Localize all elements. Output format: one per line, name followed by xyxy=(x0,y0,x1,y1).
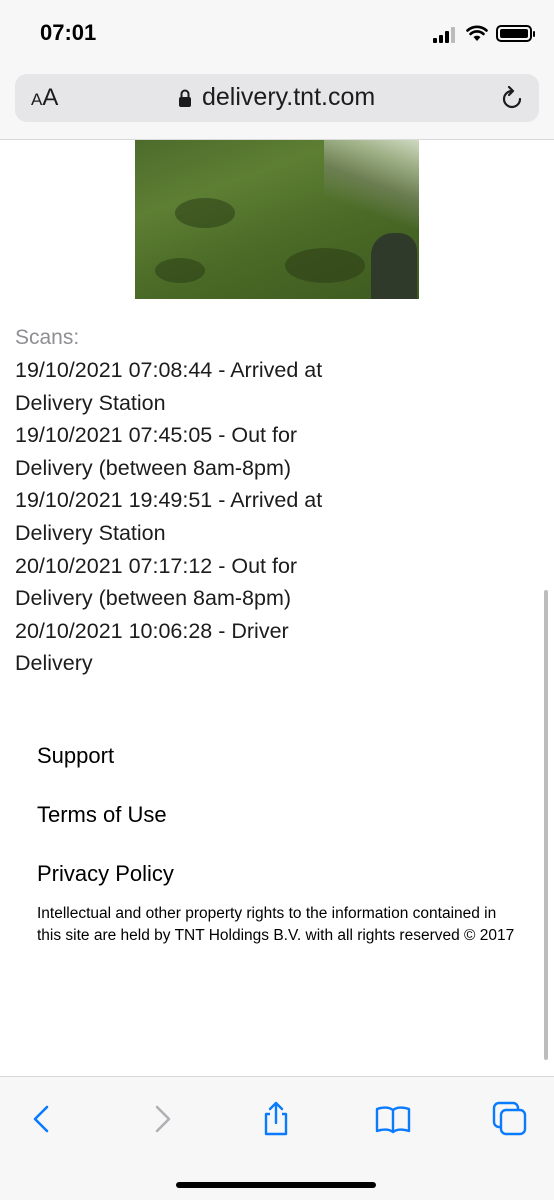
forward-arrow-icon[interactable] xyxy=(144,1101,180,1137)
text-size-button[interactable]: AA xyxy=(31,84,58,112)
battery-icon xyxy=(496,25,535,42)
scan-entry: 20/10/2021 10:06:28 - Driver Delivery xyxy=(15,618,289,676)
bookmarks-icon[interactable] xyxy=(375,1101,411,1137)
scan-entry: 19/10/2021 07:08:44 - Arrived at Deliver… xyxy=(15,358,323,415)
tabs-icon[interactable] xyxy=(492,1101,528,1137)
back-arrow-icon[interactable] xyxy=(24,1101,60,1137)
copyright-notice: Intellectual and other property rights t… xyxy=(37,905,515,944)
wifi-icon xyxy=(466,25,488,41)
scrollbar[interactable] xyxy=(544,590,548,1060)
support-link[interactable]: Support xyxy=(37,743,114,769)
share-icon[interactable] xyxy=(258,1101,294,1137)
address-bar[interactable]: AA delivery.tnt.com xyxy=(15,74,539,122)
scan-entry: 20/10/2021 07:17:12 - Out for Delivery (… xyxy=(15,553,298,611)
reload-icon[interactable] xyxy=(499,85,525,111)
page-content: Scans: 19/10/2021 07:08:44 - Arrived at … xyxy=(0,140,554,1076)
home-indicator[interactable] xyxy=(176,1182,376,1188)
address-bar-area: AA delivery.tnt.com xyxy=(0,68,554,140)
scans-section: Scans: 19/10/2021 07:08:44 - Arrived at … xyxy=(15,322,345,680)
url-text[interactable]: delivery.tnt.com xyxy=(202,83,375,112)
delivery-photo xyxy=(135,140,419,299)
photo-rock xyxy=(371,233,417,299)
scan-entry: 19/10/2021 07:45:05 - Out for Delivery (… xyxy=(15,423,298,480)
photo-stones xyxy=(324,140,419,228)
lock-icon xyxy=(179,89,191,107)
privacy-policy-link[interactable]: Privacy Policy xyxy=(37,861,174,887)
status-time: 07:01 xyxy=(40,20,97,45)
terms-of-use-link[interactable]: Terms of Use xyxy=(37,802,167,828)
scans-title: Scans: xyxy=(15,326,80,349)
scan-entry: 19/10/2021 19:49:51 - Arrived at Deliver… xyxy=(15,488,323,545)
cellular-signal-icon xyxy=(433,27,457,43)
status-bar: 07:01 xyxy=(0,0,554,68)
